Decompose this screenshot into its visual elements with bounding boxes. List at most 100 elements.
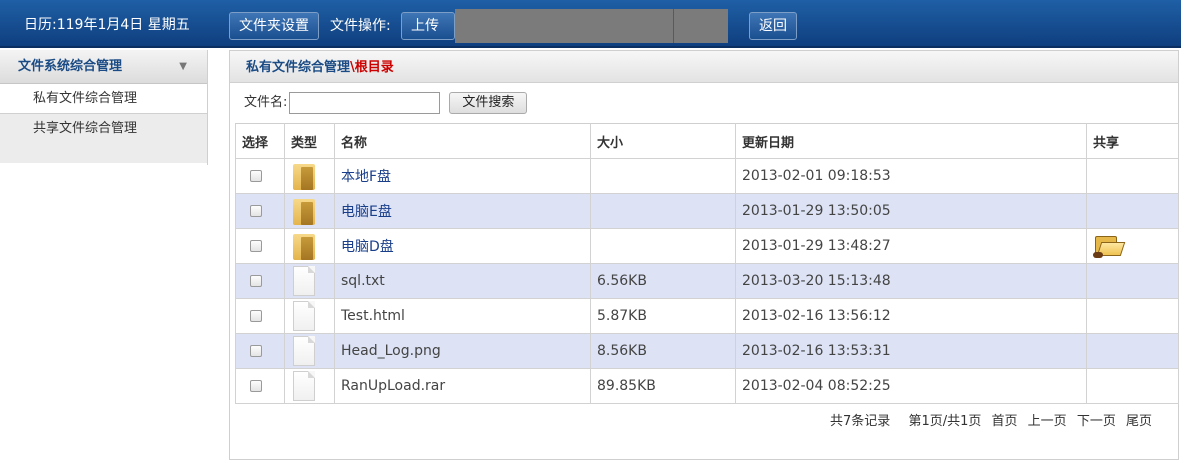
- col-date[interactable]: 更新日期: [735, 123, 1087, 159]
- size-cell: 5.87KB: [590, 298, 736, 334]
- folder-icon: [293, 162, 315, 190]
- row-checkbox[interactable]: [250, 205, 262, 217]
- folder-link[interactable]: 电脑E盘: [341, 204, 392, 220]
- folder-link[interactable]: 本地F盘: [341, 169, 391, 185]
- col-size[interactable]: 大小: [590, 123, 736, 159]
- sidebar-item-label: 私有文件综合管理: [33, 91, 138, 106]
- type-cell: [284, 263, 335, 299]
- size-cell: 6.56KB: [590, 263, 736, 299]
- share-cell: [1086, 158, 1179, 194]
- share-cell: [1086, 368, 1179, 404]
- breadcrumb: 私有文件综合管理\根目录: [230, 50, 1178, 83]
- search-input[interactable]: [289, 92, 441, 114]
- upload-button[interactable]: 上传: [401, 12, 455, 40]
- share-cell: [1086, 228, 1179, 264]
- select-cell: [235, 228, 285, 264]
- pager-total: 共7条记录: [830, 414, 891, 429]
- type-cell: [284, 193, 335, 229]
- pager-first[interactable]: 首页: [992, 414, 1018, 429]
- search-label: 文件名:: [244, 95, 288, 110]
- file-name[interactable]: Test.html: [341, 308, 405, 324]
- table-row[interactable]: RanUpLoad.rar 89.85KB 2013-02-04 08:52:25: [235, 368, 1179, 404]
- date-cell: 2013-02-04 08:52:25: [735, 368, 1087, 404]
- name-cell: 本地F盘: [334, 158, 591, 194]
- date-cell: 2013-03-20 15:13:48: [735, 263, 1087, 299]
- sidebar-header-label: 文件系统综合管理: [18, 59, 123, 74]
- main-panel: 私有文件综合管理\根目录 文件名: 文件搜索 选择 类型 名称 大小 更新日期 …: [229, 50, 1179, 460]
- size-cell: 89.85KB: [590, 368, 736, 404]
- type-cell: [284, 298, 335, 334]
- sidebar-header[interactable]: 文件系统综合管理 ▼: [0, 50, 207, 84]
- select-cell: [235, 158, 285, 194]
- share-cell: [1086, 298, 1179, 334]
- select-cell: [235, 333, 285, 369]
- sidebar-item-private-files[interactable]: 私有文件综合管理: [0, 84, 207, 113]
- table-row[interactable]: Head_Log.png 8.56KB 2013-02-16 13:53:31: [235, 333, 1179, 369]
- table-row[interactable]: Test.html 5.87KB 2013-02-16 13:56:12: [235, 298, 1179, 334]
- row-checkbox[interactable]: [250, 310, 262, 322]
- back-button[interactable]: 返回: [749, 12, 797, 40]
- select-cell: [235, 298, 285, 334]
- col-share: 共享: [1086, 123, 1179, 159]
- pager-page-info: 第1页/共1页: [908, 414, 982, 429]
- name-cell: Test.html: [334, 298, 591, 334]
- folder-icon: [293, 197, 315, 225]
- select-cell: [235, 193, 285, 229]
- folder-icon: [293, 232, 315, 260]
- row-checkbox[interactable]: [250, 380, 262, 392]
- col-name[interactable]: 名称: [334, 123, 591, 159]
- breadcrumb-root[interactable]: 根目录: [355, 60, 394, 75]
- type-cell: [284, 368, 335, 404]
- calendar-text: 日历:119年1月4日 星期五: [24, 17, 190, 33]
- table-row[interactable]: 电脑E盘 2013-01-29 13:50:05: [235, 193, 1179, 229]
- type-cell: [284, 228, 335, 264]
- file-name[interactable]: sql.txt: [341, 273, 385, 289]
- type-cell: [284, 333, 335, 369]
- row-checkbox[interactable]: [250, 240, 262, 252]
- file-name[interactable]: Head_Log.png: [341, 343, 441, 359]
- top-bar: 日历:119年1月4日 星期五 文件夹设置 文件操作: 上传 返回: [0, 0, 1181, 48]
- share-cell: [1086, 333, 1179, 369]
- table-row[interactable]: 本地F盘 2013-02-01 09:18:53: [235, 158, 1179, 194]
- name-cell: 电脑E盘: [334, 193, 591, 229]
- folder-settings-button[interactable]: 文件夹设置: [229, 12, 319, 40]
- share-cell: [1086, 263, 1179, 299]
- date-cell: 2013-02-01 09:18:53: [735, 158, 1087, 194]
- row-checkbox[interactable]: [250, 345, 262, 357]
- table-header-row: 选择 类型 名称 大小 更新日期 共享: [235, 123, 1179, 159]
- date-cell: 2013-02-16 13:53:31: [735, 333, 1087, 369]
- table-row[interactable]: sql.txt 6.56KB 2013-03-20 15:13:48: [235, 263, 1179, 299]
- pager-last[interactable]: 尾页: [1126, 414, 1152, 429]
- chevron-down-icon[interactable]: ▼: [179, 50, 187, 84]
- breadcrumb-module[interactable]: 私有文件综合管理: [246, 60, 350, 75]
- date-cell: 2013-02-16 13:56:12: [735, 298, 1087, 334]
- file-icon: [293, 266, 315, 296]
- shared-folder-icon[interactable]: [1093, 233, 1126, 259]
- size-cell: [590, 158, 736, 194]
- upload-path-field[interactable]: [455, 9, 728, 43]
- name-cell: 电脑D盘: [334, 228, 591, 264]
- file-icon: [293, 371, 315, 401]
- pager-prev[interactable]: 上一页: [1028, 414, 1067, 429]
- table-row[interactable]: 电脑D盘 2013-01-29 13:48:27: [235, 228, 1179, 264]
- folder-link[interactable]: 电脑D盘: [341, 239, 394, 255]
- file-icon: [293, 336, 315, 366]
- select-cell: [235, 263, 285, 299]
- sidebar-item-label: 共享文件综合管理: [33, 121, 138, 136]
- search-button[interactable]: 文件搜索: [449, 92, 528, 114]
- sidebar-item-shared-files[interactable]: 共享文件综合管理: [0, 113, 207, 163]
- size-cell: [590, 228, 736, 264]
- type-cell: [284, 158, 335, 194]
- file-name[interactable]: RanUpLoad.rar: [341, 378, 445, 394]
- field-divider: [673, 9, 674, 43]
- file-ops-label: 文件操作:: [330, 18, 391, 34]
- row-checkbox[interactable]: [250, 275, 262, 287]
- pager-next[interactable]: 下一页: [1077, 414, 1116, 429]
- name-cell: sql.txt: [334, 263, 591, 299]
- row-checkbox[interactable]: [250, 170, 262, 182]
- date-cell: 2013-01-29 13:50:05: [735, 193, 1087, 229]
- col-select: 选择: [235, 123, 285, 159]
- search-row: 文件名: 文件搜索: [244, 92, 528, 116]
- file-table: 选择 类型 名称 大小 更新日期 共享 本地F盘 2013-02-01 09:18…: [235, 123, 1179, 404]
- size-cell: 8.56KB: [590, 333, 736, 369]
